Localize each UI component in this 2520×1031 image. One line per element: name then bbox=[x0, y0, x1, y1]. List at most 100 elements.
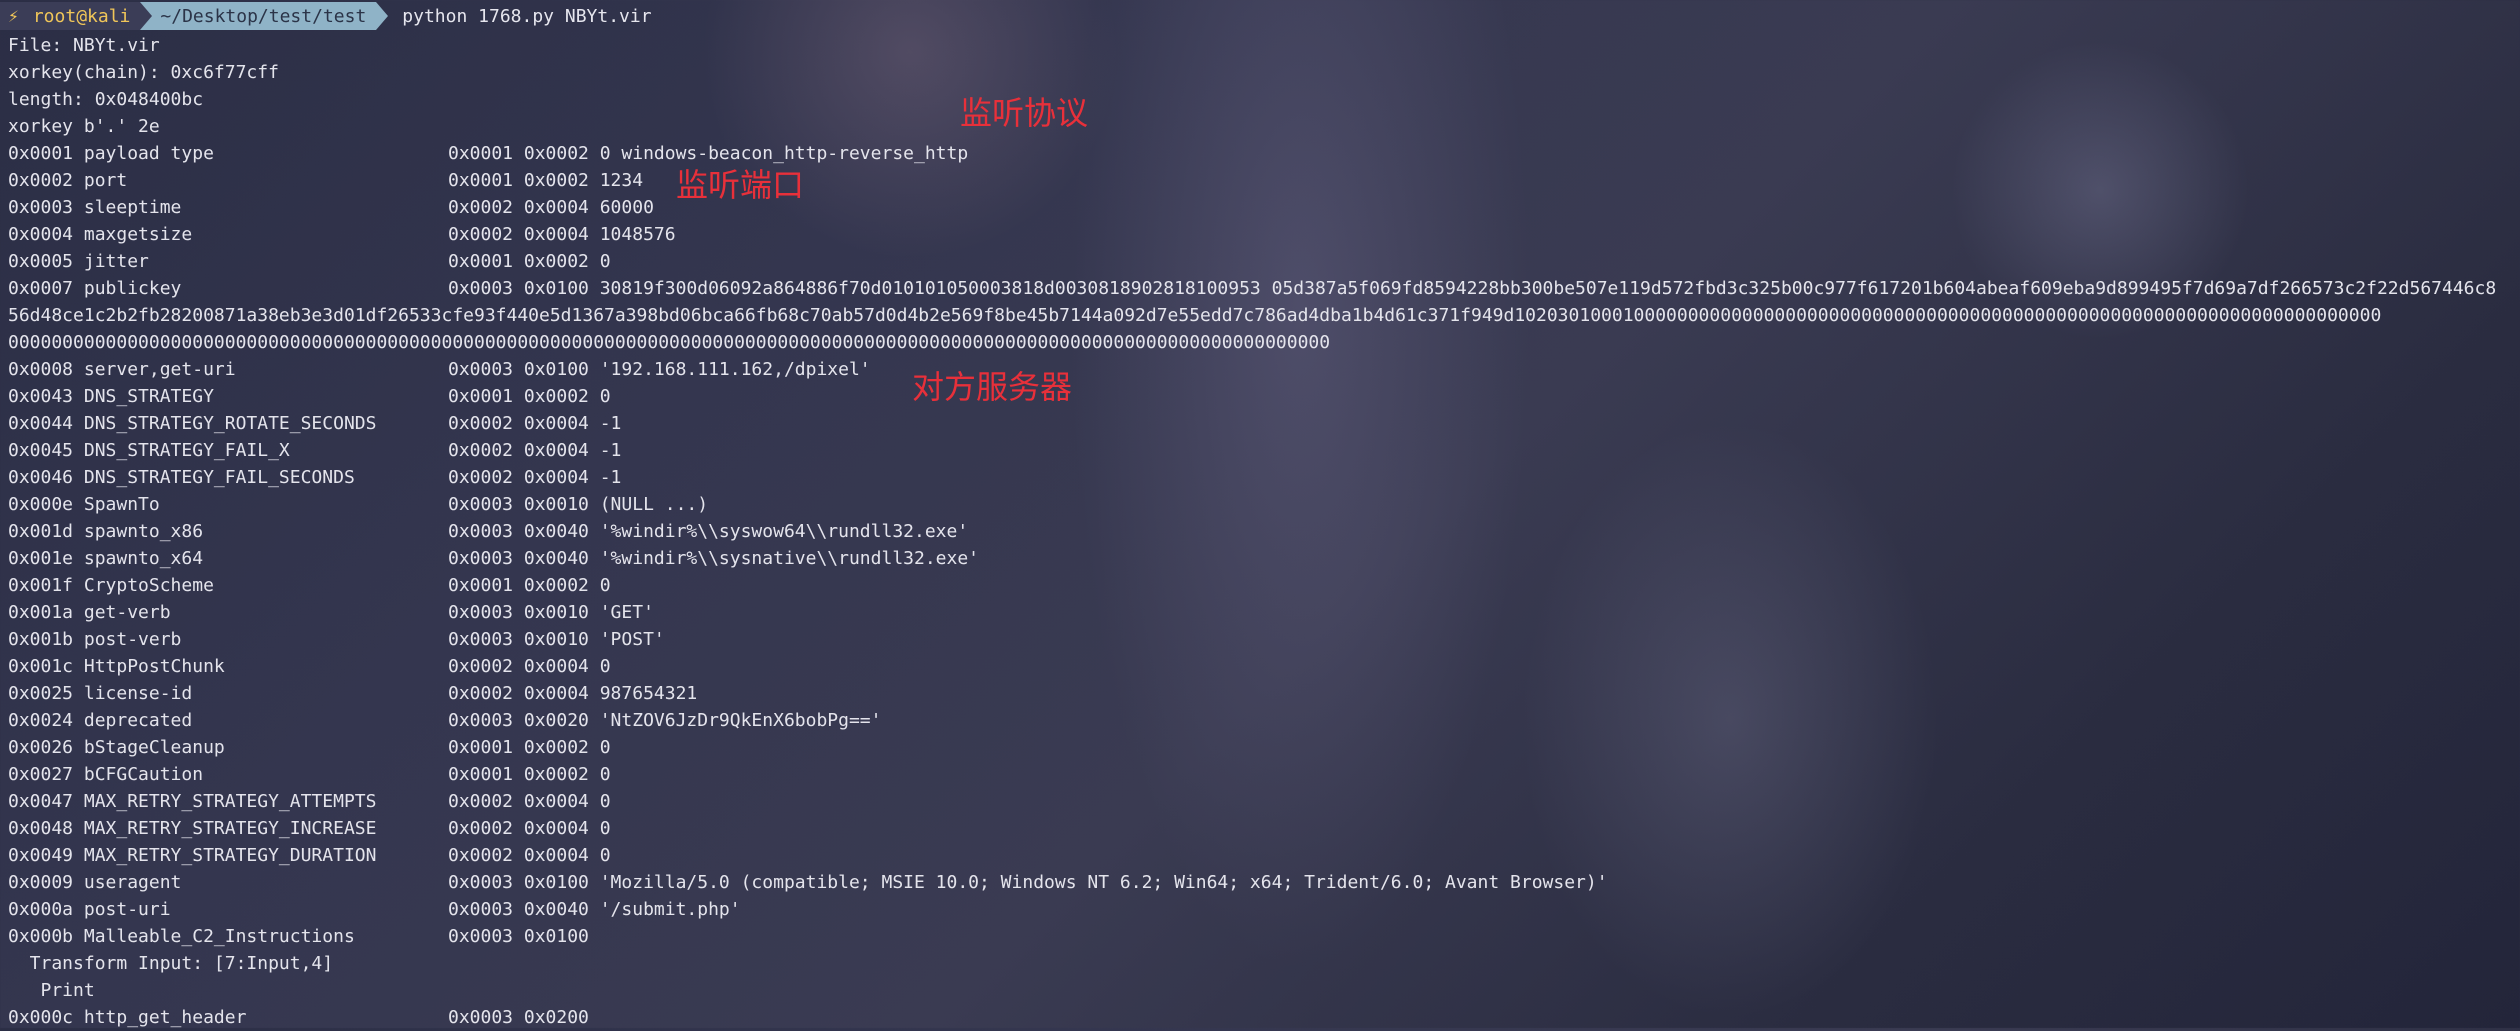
entry-key: 0x0004 maxgetsize bbox=[8, 224, 193, 245]
config-entry-row: 0x001e spawnto_x64 0x0003 0x0040 '%windir… bbox=[8, 545, 2513, 572]
output-line: File: NBYt.vir bbox=[8, 35, 160, 56]
entry-key: Print bbox=[8, 980, 95, 1001]
config-entry-row: 0x0007 publickey 0x0003 0x0100 30819f300d… bbox=[8, 275, 2513, 302]
config-entry-row: 0x0046 DNS_STRATEGY_FAIL_SECONDS 0x0002 0… bbox=[8, 464, 2513, 491]
entry-value: 0x0002 0x0004 60000 bbox=[448, 197, 654, 218]
config-entry-row: 0x0044 DNS_STRATEGY_ROTATE_SECONDS 0x0002… bbox=[8, 410, 2513, 437]
config-entry-row: 0x000c http_get_header 0x0003 0x0200 bbox=[8, 1004, 2513, 1031]
entry-value: 0x0001 0x0002 0 bbox=[448, 575, 611, 596]
config-entry-row: 0x0025 license-id 0x0002 0x0004 987654321 bbox=[8, 680, 2513, 707]
config-entry-row: 0x000b Malleable_C2_Instructions 0x0003 0… bbox=[8, 923, 2513, 950]
config-entry-row: 0x0026 bStageCleanup 0x0001 0x0002 0 bbox=[8, 734, 2513, 761]
config-entry-row: 0x000a post-uri 0x0003 0x0040 '/submit.ph… bbox=[8, 896, 2513, 923]
config-entry-row: 0x0005 jitter 0x0001 0x0002 0 bbox=[8, 248, 2513, 275]
entry-value: 0x0002 0x0004 0 bbox=[448, 791, 611, 812]
entry-key: 0x000a post-uri bbox=[8, 899, 171, 920]
entry-key: 0x0003 sleeptime bbox=[8, 197, 182, 218]
entry-value: 0x0003 0x0040 '%windir%\\sysnative\\rund… bbox=[448, 548, 980, 569]
prompt-user-segment: ⚡ root@kali bbox=[0, 2, 141, 30]
entry-key: 0x0043 DNS_STRATEGY bbox=[8, 386, 214, 407]
entry-key: 0x000c http_get_header bbox=[8, 1007, 247, 1028]
entry-key: 0x0009 useragent bbox=[8, 872, 182, 893]
entry-key: 0x001b post-verb bbox=[8, 629, 182, 650]
entry-key: 0x0044 DNS_STRATEGY_ROTATE_SECONDS bbox=[8, 413, 377, 434]
entry-key: 0x0048 MAX_RETRY_STRATEGY_INCREASE bbox=[8, 818, 377, 839]
entry-key: 0x0007 publickey bbox=[8, 278, 182, 299]
entry-key: Transform Input: [7:Input,4] bbox=[8, 953, 334, 974]
entry-value: 0x0003 0x0040 '%windir%\\syswow64\\rundl… bbox=[448, 521, 969, 542]
entry-value: 0x0002 0x0004 -1 bbox=[448, 440, 622, 461]
output-line: xorkey b'.' 2e bbox=[8, 116, 160, 137]
config-entry-row: 0x0045 DNS_STRATEGY_FAIL_X 0x0002 0x0004 … bbox=[8, 437, 2513, 464]
entry-value: 0x0003 0x0100 bbox=[448, 926, 589, 947]
entry-value: 0x0003 0x0100 'Mozilla/5.0 (compatible; … bbox=[448, 872, 1608, 893]
entry-key: 0x0002 port bbox=[8, 170, 128, 191]
entry-value: 0x0001 0x0002 0 bbox=[448, 251, 611, 272]
entry-key: 0x0047 MAX_RETRY_STRATEGY_ATTEMPTS bbox=[8, 791, 377, 812]
entry-value: 0x0001 0x0002 1234 bbox=[448, 170, 644, 191]
config-entry-row: 0x0001 payload type 0x0001 0x0002 0 windo… bbox=[8, 140, 2513, 167]
entry-value: 0x0002 0x0004 0 bbox=[448, 845, 611, 866]
prompt-path: ~/Desktop/test/test bbox=[160, 5, 367, 27]
config-entry-row: 0x001c HttpPostChunk 0x0002 0x0004 0 bbox=[8, 653, 2513, 680]
config-entry-row: 0x0048 MAX_RETRY_STRATEGY_INCREASE 0x0002… bbox=[8, 815, 2513, 842]
config-entry-row: 0x000e SpawnTo 0x0003 0x0010 (NULL ...) bbox=[8, 491, 2513, 518]
prompt-command: python 1768.py NBYt.vir bbox=[402, 5, 652, 27]
entry-key: 0x001a get-verb bbox=[8, 602, 171, 623]
config-entry-row: 0x001f CryptoScheme 0x0001 0x0002 0 bbox=[8, 572, 2513, 599]
entry-key: 0x001d spawnto_x86 bbox=[8, 521, 204, 542]
entry-key: 0x001f CryptoScheme bbox=[8, 575, 214, 596]
entry-key: 0x0005 jitter bbox=[8, 251, 149, 272]
config-entry-row: 0x0047 MAX_RETRY_STRATEGY_ATTEMPTS 0x0002… bbox=[8, 788, 2513, 815]
config-entry-row: 0x001d spawnto_x86 0x0003 0x0040 '%windir… bbox=[8, 518, 2513, 545]
terminal-window[interactable]: ⚡ root@kali ~/Desktop/test/test python 1… bbox=[0, 0, 2520, 1028]
entry-value: 0x0003 0x0100 30819f300d06092a864886f70d… bbox=[448, 278, 2497, 299]
entry-key: 0x0026 bStageCleanup bbox=[8, 737, 225, 758]
entry-key: 0x0045 DNS_STRATEGY_FAIL_X bbox=[8, 440, 290, 461]
shell-prompt: ⚡ root@kali ~/Desktop/test/test python 1… bbox=[0, 2, 652, 30]
lightning-icon: ⚡ bbox=[8, 5, 19, 27]
config-entry-row: 0x0003 sleeptime 0x0002 0x0004 60000 bbox=[8, 194, 2513, 221]
entry-key: 0x0027 bCFGCaution bbox=[8, 764, 204, 785]
entry-value: 0x0002 0x0004 1048576 bbox=[448, 224, 676, 245]
config-entry-row: 0x0024 deprecated 0x0003 0x0020 'NtZOV6Jz… bbox=[8, 707, 2513, 734]
output-line: length: 0x048400bc bbox=[8, 89, 204, 110]
entry-key: 0x001e spawnto_x64 bbox=[8, 548, 204, 569]
entry-value: 0x0003 0x0200 bbox=[448, 1007, 589, 1028]
prompt-user: root@kali bbox=[32, 5, 131, 27]
entry-value: 0x0001 0x0002 0 bbox=[448, 386, 611, 407]
config-entry-row: 0x001b post-verb 0x0003 0x0010 'POST' bbox=[8, 626, 2513, 653]
entry-key: 0x0024 deprecated bbox=[8, 710, 193, 731]
config-entry-row: 0000000000000000000000000000000000000000… bbox=[8, 329, 2513, 356]
entry-key: 0x000e SpawnTo bbox=[8, 494, 160, 515]
config-entry-row: 0x0049 MAX_RETRY_STRATEGY_DURATION 0x0002… bbox=[8, 842, 2513, 869]
config-entry-row: 0x001a get-verb 0x0003 0x0010 'GET' bbox=[8, 599, 2513, 626]
entry-value: 0x0001 0x0002 0 bbox=[448, 764, 611, 785]
config-entry-row: 0x0002 port 0x0001 0x0002 1234 bbox=[8, 167, 2513, 194]
config-entry-row: 0x0009 useragent 0x0003 0x0100 'Mozilla/5… bbox=[8, 869, 2513, 896]
entry-value: 0x0002 0x0004 -1 bbox=[448, 413, 622, 434]
powerline-separator-icon bbox=[140, 2, 153, 30]
annotation-protocol: 监听协议 bbox=[960, 94, 1089, 132]
entry-value: 0x0003 0x0100 '192.168.111.162,/dpixel' bbox=[448, 359, 871, 380]
entry-key: 0x000b Malleable_C2_Instructions bbox=[8, 926, 355, 947]
entry-value: 0x0002 0x0004 -1 bbox=[448, 467, 622, 488]
config-entry-row: 56d48ce1c2b2fb28200871a38eb3e3d01df26533… bbox=[8, 302, 2513, 329]
entry-key: 0x001c HttpPostChunk bbox=[8, 656, 225, 677]
entry-value: 0x0002 0x0004 0 bbox=[448, 656, 611, 677]
entry-key: 56d48ce1c2b2fb28200871a38eb3e3d01df26533… bbox=[8, 305, 2382, 326]
entry-value: 0x0003 0x0010 'GET' bbox=[448, 602, 654, 623]
config-entry-row: 0x0027 bCFGCaution 0x0001 0x0002 0 bbox=[8, 761, 2513, 788]
entry-value: 0x0001 0x0002 0 bbox=[448, 737, 611, 758]
entry-key: 0x0046 DNS_STRATEGY_FAIL_SECONDS bbox=[8, 467, 355, 488]
entry-value: 0x0003 0x0040 '/submit.php' bbox=[448, 899, 741, 920]
config-entry-row: 0x0004 maxgetsize 0x0002 0x0004 1048576 bbox=[8, 221, 2513, 248]
powerline-separator-icon bbox=[376, 2, 389, 30]
config-entry-row: Transform Input: [7:Input,4] bbox=[8, 950, 2513, 977]
entry-value: 0x0003 0x0010 'POST' bbox=[448, 629, 665, 650]
entry-key: 0x0049 MAX_RETRY_STRATEGY_DURATION bbox=[8, 845, 377, 866]
config-entry-row: Print bbox=[8, 977, 2513, 1004]
entry-value: 0x0003 0x0020 'NtZOV6JzDr9QkEnX6bobPg==' bbox=[448, 710, 882, 731]
entry-key: 0x0001 payload type bbox=[8, 143, 214, 164]
terminal-output: File: NBYt.vir xorkey(chain): 0xc6f77cff l… bbox=[8, 32, 2513, 1031]
